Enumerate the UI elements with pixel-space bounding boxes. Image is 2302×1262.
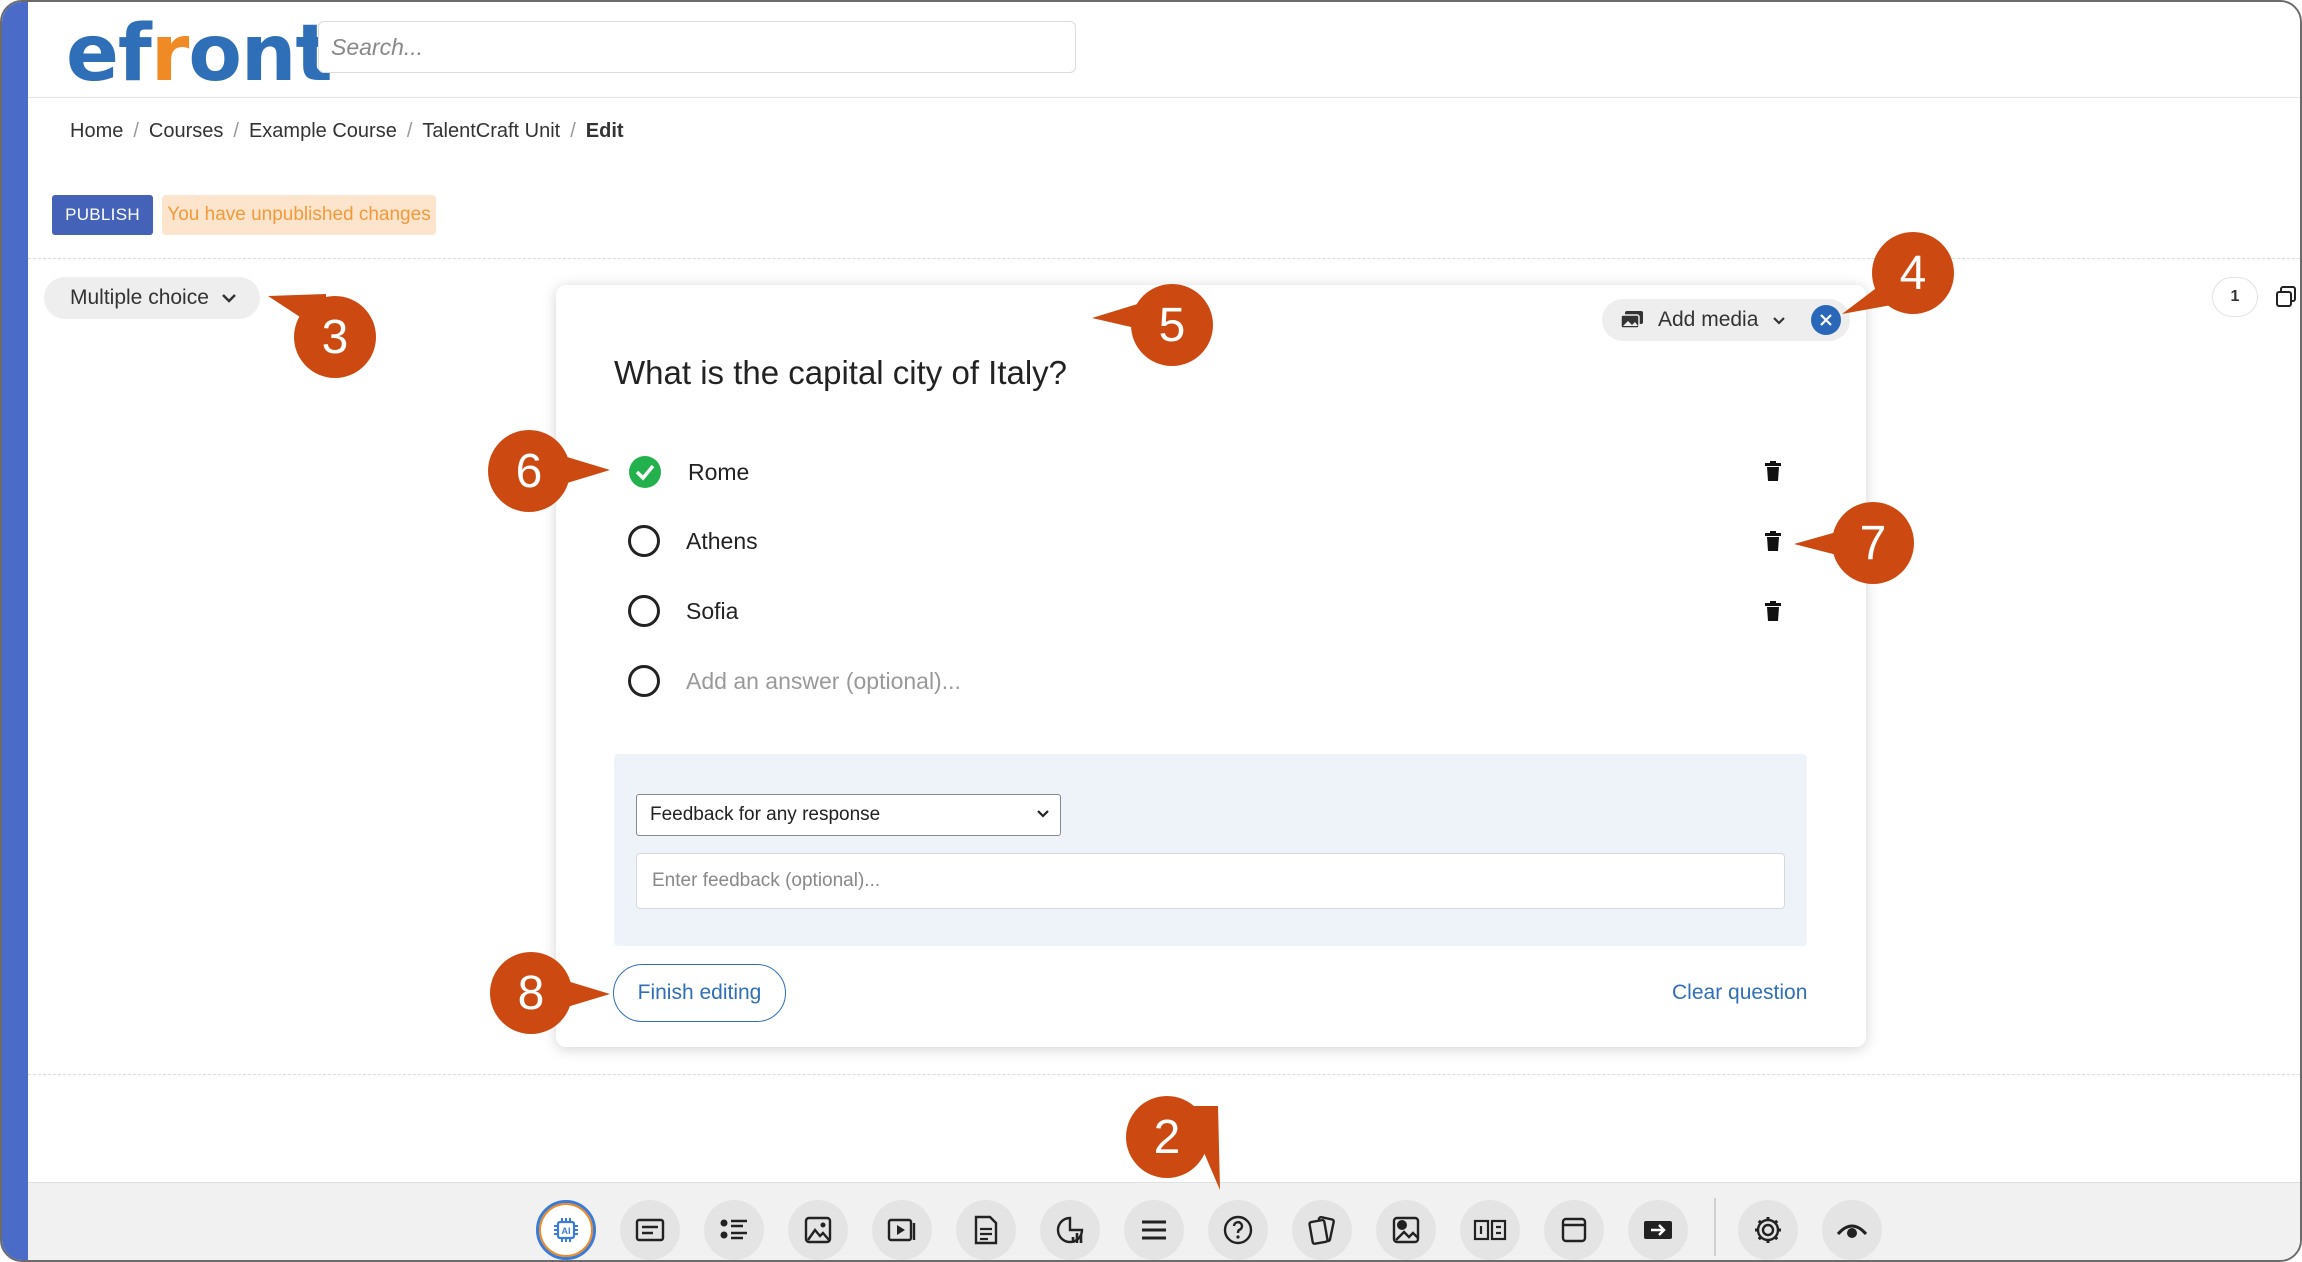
divider-icon bbox=[1142, 1220, 1166, 1240]
chevron-down-icon bbox=[1773, 316, 1786, 325]
close-icon bbox=[1820, 314, 1832, 326]
add-media-label: Add media bbox=[1658, 308, 1759, 331]
app-window: efront Search... Home / Courses / Example … bbox=[0, 0, 2302, 1262]
efront-logo[interactable]: efront bbox=[66, 14, 333, 94]
ai-icon: AI bbox=[554, 1218, 578, 1242]
window-icon bbox=[1561, 1217, 1587, 1243]
answer-option[interactable]: Sofia bbox=[628, 595, 738, 627]
document-icon bbox=[974, 1215, 998, 1245]
callout-8: 8 bbox=[490, 952, 572, 1034]
trash-icon[interactable] bbox=[1764, 461, 1782, 481]
answer-text[interactable]: Sofia bbox=[686, 598, 738, 625]
trash-icon[interactable] bbox=[1764, 531, 1782, 551]
preview-icon bbox=[1836, 1224, 1868, 1238]
question-type-label: Multiple choice bbox=[70, 286, 209, 309]
breadcrumb-separator: / bbox=[233, 120, 239, 142]
image-icon bbox=[804, 1216, 832, 1244]
image-block-button[interactable] bbox=[788, 1200, 848, 1260]
callout-7: 7 bbox=[1832, 502, 1914, 584]
answer-option-correct[interactable]: Rome bbox=[628, 455, 749, 489]
chart-block-button[interactable] bbox=[1040, 1200, 1100, 1260]
answer-text[interactable]: Rome bbox=[688, 459, 749, 486]
search-input[interactable]: Search... bbox=[318, 21, 1076, 73]
page-number-badge[interactable]: 1 bbox=[2212, 277, 2258, 317]
answer-option[interactable]: Athens bbox=[628, 525, 758, 557]
section-divider bbox=[28, 258, 2300, 259]
check-circle-icon[interactable] bbox=[628, 455, 662, 489]
image-hotspot-icon bbox=[1392, 1216, 1420, 1244]
toolbar-separator bbox=[1714, 1198, 1716, 1256]
compare-block-button[interactable] bbox=[1460, 1200, 1520, 1260]
feedback-panel bbox=[614, 754, 1807, 946]
breadcrumb-courses[interactable]: Courses bbox=[149, 120, 223, 143]
preview-button[interactable] bbox=[1822, 1200, 1882, 1260]
radio-button[interactable] bbox=[628, 525, 660, 557]
trash-icon[interactable] bbox=[1764, 601, 1782, 621]
breadcrumb-course[interactable]: Example Course bbox=[249, 120, 397, 143]
breadcrumb-separator: / bbox=[133, 120, 139, 142]
breadcrumb-separator: / bbox=[406, 120, 413, 142]
callout-6: 6 bbox=[488, 430, 570, 512]
callout-5: 5 bbox=[1131, 284, 1213, 366]
list-block-button[interactable] bbox=[704, 1200, 764, 1260]
callout-3: 3 bbox=[294, 296, 376, 378]
new-answer-row[interactable]: Add an answer (optional)... bbox=[628, 665, 961, 697]
finish-editing-button[interactable]: Finish editing bbox=[613, 964, 786, 1022]
text-block-button[interactable] bbox=[620, 1200, 680, 1260]
clear-question-link[interactable]: Clear question bbox=[1672, 981, 1807, 1005]
publish-button[interactable]: PUBLISH bbox=[52, 195, 153, 235]
images-icon bbox=[1620, 311, 1643, 329]
video-block-button[interactable] bbox=[872, 1200, 932, 1260]
radio-button[interactable] bbox=[628, 595, 660, 627]
duplicate-icon[interactable] bbox=[2274, 285, 2298, 309]
feedback-type-select[interactable]: Feedback for any response bbox=[636, 794, 1061, 836]
section-divider bbox=[28, 1074, 2300, 1075]
unpublished-changes-notice: You have unpublished changes bbox=[162, 195, 436, 235]
image-hotspot-block-button[interactable] bbox=[1376, 1200, 1436, 1260]
answer-text[interactable]: Athens bbox=[686, 528, 758, 555]
question-icon bbox=[1223, 1215, 1253, 1245]
svg-text:AI: AI bbox=[562, 1226, 571, 1236]
video-icon bbox=[887, 1218, 916, 1242]
question-text[interactable]: What is the capital city of Italy? bbox=[614, 354, 1067, 392]
chevron-down-icon bbox=[222, 294, 236, 303]
ai-button[interactable]: AI bbox=[536, 1200, 596, 1260]
radio-button[interactable] bbox=[628, 665, 660, 697]
flashcards-icon bbox=[1308, 1215, 1335, 1245]
breadcrumb-unit[interactable]: TalentCraft Unit bbox=[422, 120, 560, 143]
question-type-dropdown[interactable]: Multiple choice bbox=[44, 277, 260, 319]
breadcrumb-separator: / bbox=[570, 120, 576, 142]
left-accent-bar bbox=[2, 2, 28, 1260]
close-media-button[interactable] bbox=[1811, 305, 1841, 335]
question-block-button[interactable] bbox=[1208, 1200, 1268, 1260]
text-icon bbox=[635, 1218, 665, 1242]
divider-block-button[interactable] bbox=[1124, 1200, 1184, 1260]
top-header: efront Search... bbox=[28, 2, 2300, 98]
feedback-input[interactable]: Enter feedback (optional)... bbox=[636, 853, 1785, 909]
settings-button[interactable] bbox=[1738, 1200, 1798, 1260]
breadcrumb-current: Edit bbox=[585, 120, 624, 142]
breadcrumb: Home / Courses / Example Course / TalentCra… bbox=[70, 120, 624, 143]
new-answer-input[interactable]: Add an answer (optional)... bbox=[686, 668, 961, 695]
settings-icon bbox=[1755, 1217, 1781, 1243]
chevron-down-icon bbox=[1037, 810, 1049, 818]
window-block-button[interactable] bbox=[1544, 1200, 1604, 1260]
embed-icon bbox=[1644, 1221, 1672, 1239]
document-block-button[interactable] bbox=[956, 1200, 1016, 1260]
flashcards-block-button[interactable] bbox=[1292, 1200, 1352, 1260]
callout-4: 4 bbox=[1872, 232, 1954, 314]
breadcrumb-home[interactable]: Home bbox=[70, 120, 123, 143]
callout-2: 2 bbox=[1126, 1096, 1208, 1178]
embed-block-button[interactable] bbox=[1628, 1200, 1688, 1260]
compare-icon bbox=[1473, 1219, 1507, 1241]
list-icon bbox=[720, 1219, 747, 1240]
chart-icon bbox=[1056, 1216, 1084, 1244]
feedback-type-value: Feedback for any response bbox=[650, 804, 881, 825]
